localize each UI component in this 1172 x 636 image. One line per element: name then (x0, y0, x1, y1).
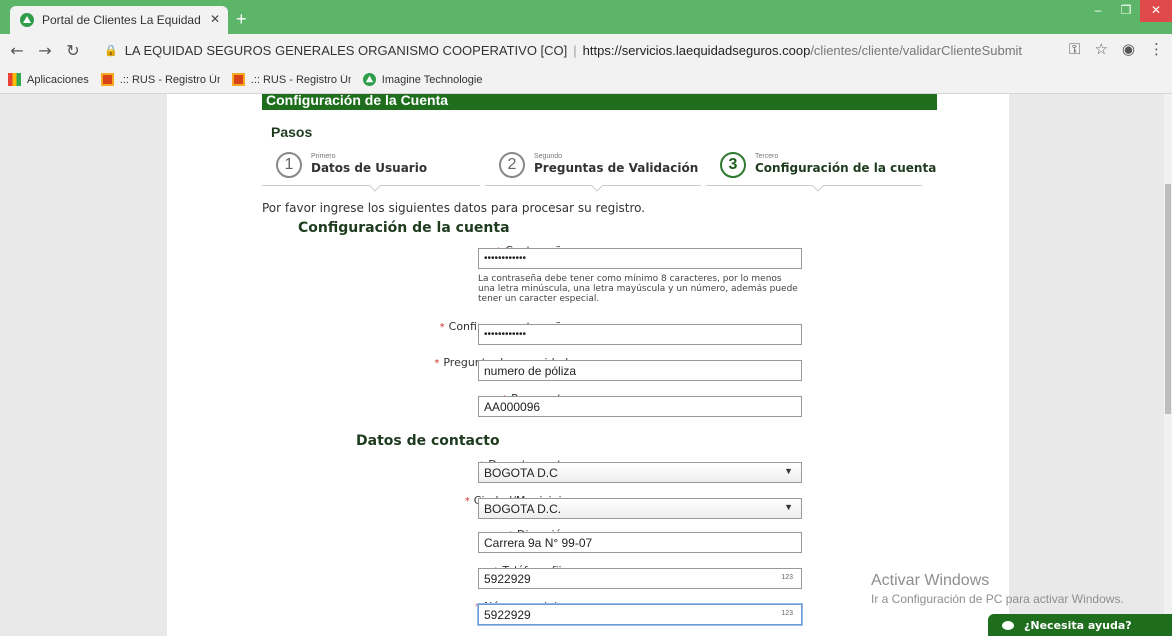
departamento-select[interactable]: BOGOTA D.C ▼ (478, 462, 802, 483)
step-ordinal: Primero (311, 153, 336, 160)
lock-icon: 🔒 (104, 44, 118, 57)
apps-grid-icon (8, 73, 21, 86)
page-viewport: Configuración de la Cuenta Pasos 1 Prime… (0, 94, 1172, 636)
password-row: *Contraseña: •••••••••••• La contraseña … (262, 244, 982, 314)
step-label: Configuración de la cuenta (755, 161, 937, 175)
registration-page: Configuración de la Cuenta Pasos 1 Prime… (167, 94, 1009, 636)
numeric-hint: 123 (781, 610, 793, 617)
step-number: 1 (276, 152, 302, 178)
site-identity: LA EQUIDAD SEGUROS GENERALES ORGANISMO C… (124, 42, 568, 58)
bookmark-imagine[interactable]: Imagine Technologie (362, 73, 482, 86)
key-icon[interactable]: ⚿ (1069, 40, 1080, 58)
step-ordinal: Tercero (755, 153, 779, 160)
activate-subtitle: Ir a Configuración de PC para activar Wi… (871, 592, 1124, 606)
bookmark-aplicaciones[interactable]: Aplicaciones (8, 73, 89, 86)
confirm-password-row: *Confirmar contraseña: •••••••••••• (262, 320, 982, 350)
new-tab-button[interactable]: + (236, 9, 247, 30)
page-scrollbar[interactable] (1164, 94, 1172, 636)
step-notch (591, 180, 603, 192)
tab-title: Portal de Clientes La Equidad Seguros (42, 13, 202, 27)
account-section-title: Configuración de la cuenta (298, 220, 510, 236)
browser-tab[interactable]: Portal de Clientes La Equidad Seguros ✕ (10, 6, 228, 34)
menu-dots-icon[interactable]: ⋮ (1149, 40, 1164, 58)
step-ordinal: Segundo (534, 153, 563, 160)
activate-windows-watermark: Activar Windows Ir a Configuración de PC… (871, 572, 1124, 606)
step-number: 3 (720, 152, 746, 178)
browser-toolbar: ← → ↻ 🔒 LA EQUIDAD SEGUROS GENERALES ORG… (0, 34, 1172, 66)
bookmark-rus-2[interactable]: .:: RUS - Registro Único (231, 73, 351, 86)
address-separator: | (573, 42, 577, 58)
step-notch (812, 180, 824, 192)
celular-input[interactable]: 5922929 123 (478, 604, 802, 625)
step-label: Datos de Usuario (311, 161, 428, 175)
equidad-icon (362, 73, 376, 86)
steps-heading: Pasos (271, 124, 313, 140)
activate-title: Activar Windows (871, 572, 990, 589)
equidad-logo-icon (20, 13, 34, 27)
url-host: https://servicios.laequidadseguros.coop (582, 42, 811, 58)
bookmark-star-icon[interactable]: ☆ (1094, 40, 1107, 58)
contact-section-title: Datos de contacto (356, 433, 500, 449)
address-bar[interactable]: 🔒 LA EQUIDAD SEGUROS GENERALES ORGANISMO… (104, 38, 1044, 62)
scrollbar-thumb[interactable] (1165, 184, 1171, 414)
browser-tab-strip: Portal de Clientes La Equidad Seguros ✕ … (0, 0, 1172, 34)
ciudad-row: *Ciudad/Municipio: BOGOTA D.C.▼ (262, 494, 982, 524)
numeric-hint: 123 (781, 574, 793, 581)
profile-icon[interactable]: ◉ (1122, 40, 1135, 58)
step-notch (369, 180, 381, 192)
tab-close-icon[interactable]: ✕ (210, 12, 220, 26)
rus-icon (231, 73, 245, 86)
reload-icon[interactable]: ↻ (62, 41, 84, 60)
page-header-bar: Configuración de la Cuenta (262, 94, 937, 110)
bookmark-label: Aplicaciones (27, 73, 89, 86)
ciudad-select[interactable]: BOGOTA D.C. ▼ (478, 498, 802, 519)
restore-icon[interactable]: ❐ (1112, 0, 1140, 22)
step-2: 2 Segundo Preguntas de Validación (485, 146, 701, 192)
help-chat-button[interactable]: ¿Necesita ayuda? (988, 614, 1172, 636)
toolbar-actions: ⚿ ☆ ◉ ⋮ (1069, 40, 1164, 58)
direccion-row: *Dirección: Carrera 9a N° 99-07 (262, 528, 982, 558)
step-number: 2 (499, 152, 525, 178)
bookmark-label: Imagine Technologie (381, 73, 482, 86)
bookmark-rus-1[interactable]: .:: RUS - Registro Único (100, 73, 220, 86)
answer-row: *Respuesta: AA000096 (262, 392, 982, 422)
dropdown-arrow-icon: ▼ (784, 502, 793, 512)
window-close-icon[interactable]: ✕ (1140, 0, 1172, 22)
bookmark-label: .:: RUS - Registro Único (119, 73, 220, 86)
confirm-password-input[interactable]: •••••••••••• (478, 324, 802, 345)
chat-bubble-icon (1002, 620, 1014, 630)
step-1: 1 Primero Datos de Usuario (262, 146, 480, 192)
intro-text: Por favor ingrese los siguientes datos p… (262, 201, 646, 215)
rus-icon (100, 73, 114, 86)
help-chat-label: ¿Necesita ayuda? (1024, 618, 1132, 632)
dropdown-arrow-icon: ▼ (784, 466, 793, 476)
security-question-row: *Pregunta de seguridad: numero de póliza (262, 356, 982, 386)
back-icon[interactable]: ← (6, 41, 28, 60)
password-input[interactable]: •••••••••••• (478, 248, 802, 269)
answer-input[interactable]: AA000096 (478, 396, 802, 417)
password-help-text: La contraseña debe tener como mínimo 8 c… (478, 274, 798, 304)
window-controls: – ❐ ✕ (1084, 0, 1172, 22)
departamento-row: *Departamento: BOGOTA D.C▼ (262, 458, 982, 488)
security-question-input[interactable]: numero de póliza (478, 360, 802, 381)
step-label: Preguntas de Validación (534, 161, 699, 175)
direccion-input[interactable]: Carrera 9a N° 99-07 (478, 532, 802, 553)
minimize-icon[interactable]: – (1084, 0, 1112, 22)
bookmarks-bar: Aplicaciones .:: RUS - Registro Único .:… (0, 66, 1172, 94)
telefono-input[interactable]: 5922929 123 (478, 568, 802, 589)
forward-icon[interactable]: → (34, 41, 56, 60)
bookmark-label: .:: RUS - Registro Único (250, 73, 351, 86)
step-3: 3 Tercero Configuración de la cuenta (706, 146, 936, 192)
url-path: /clientes/cliente/validarClienteSubmit (810, 42, 1023, 58)
